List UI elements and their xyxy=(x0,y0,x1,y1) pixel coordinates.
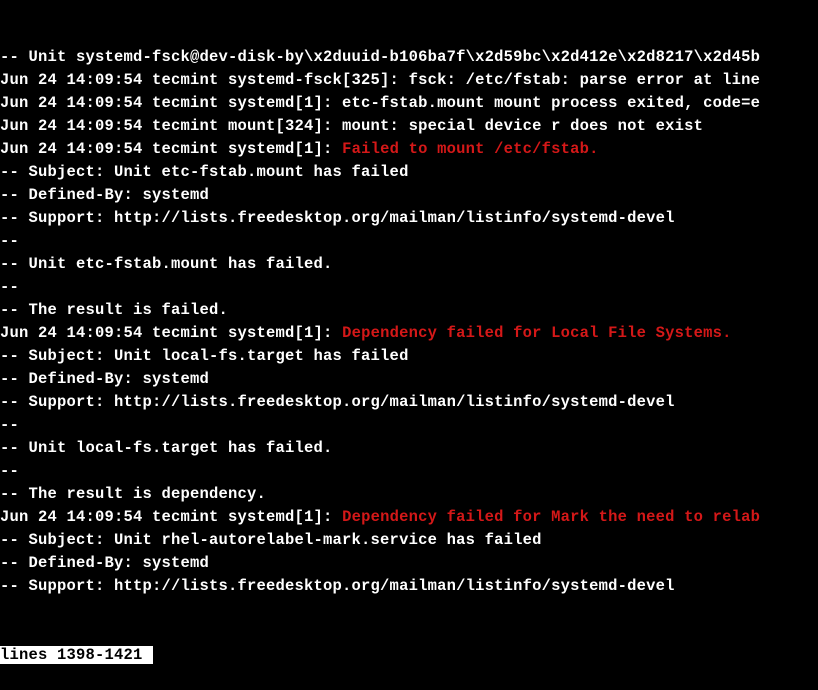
log-line: -- xyxy=(0,276,818,299)
log-line: -- Subject: Unit local-fs.target has fai… xyxy=(0,345,818,368)
cursor xyxy=(143,646,153,664)
log-line: -- xyxy=(0,460,818,483)
log-line: -- Unit etc-fstab.mount has failed. xyxy=(0,253,818,276)
pager-status: lines 1398-1421 xyxy=(0,646,143,664)
log-prefix: Jun 24 14:09:54 tecmint systemd[1]: xyxy=(0,324,342,342)
log-line: -- Support: http://lists.freedesktop.org… xyxy=(0,575,818,598)
log-error: Dependency failed for Mark the need to r… xyxy=(342,508,760,526)
terminal-output[interactable]: -- Unit systemd-fsck@dev-disk-by\x2duuid… xyxy=(0,0,818,690)
log-line: -- xyxy=(0,230,818,253)
log-line: Jun 24 14:09:54 tecmint systemd[1]: Depe… xyxy=(0,322,818,345)
log-line: -- The result is dependency. xyxy=(0,483,818,506)
log-line: -- Defined-By: systemd xyxy=(0,184,818,207)
log-error: Failed to mount /etc/fstab. xyxy=(342,140,599,158)
log-line: Jun 24 14:09:54 tecmint systemd[1]: Fail… xyxy=(0,138,818,161)
log-line: -- The result is failed. xyxy=(0,299,818,322)
log-line: -- Unit systemd-fsck@dev-disk-by\x2duuid… xyxy=(0,46,818,69)
log-line: Jun 24 14:09:54 tecmint mount[324]: moun… xyxy=(0,115,818,138)
log-line: -- Defined-By: systemd xyxy=(0,552,818,575)
log-line: Jun 24 14:09:54 tecmint systemd-fsck[325… xyxy=(0,69,818,92)
log-error: Dependency failed for Local File Systems… xyxy=(342,324,732,342)
log-prefix: Jun 24 14:09:54 tecmint systemd[1]: xyxy=(0,140,342,158)
log-line: Jun 24 14:09:54 tecmint systemd[1]: etc-… xyxy=(0,92,818,115)
log-line: -- xyxy=(0,414,818,437)
log-line: Jun 24 14:09:54 tecmint systemd[1]: Depe… xyxy=(0,506,818,529)
log-line: -- Subject: Unit etc-fstab.mount has fai… xyxy=(0,161,818,184)
log-line: -- Support: http://lists.freedesktop.org… xyxy=(0,391,818,414)
log-line: -- Support: http://lists.freedesktop.org… xyxy=(0,207,818,230)
log-line: -- Defined-By: systemd xyxy=(0,368,818,391)
log-line: -- Subject: Unit rhel-autorelabel-mark.s… xyxy=(0,529,818,552)
log-line: -- Unit local-fs.target has failed. xyxy=(0,437,818,460)
status-line: lines 1398-1421 xyxy=(0,644,818,667)
log-prefix: Jun 24 14:09:54 tecmint systemd[1]: xyxy=(0,508,342,526)
log-lines-container: -- Unit systemd-fsck@dev-disk-by\x2duuid… xyxy=(0,46,818,598)
